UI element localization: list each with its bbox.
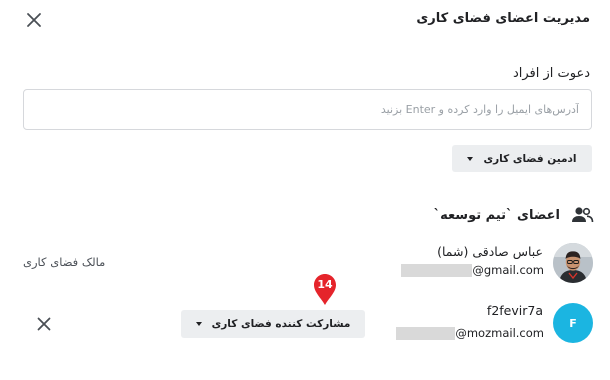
member-name: f2fevir7a <box>486 303 543 318</box>
remove-member-button[interactable] <box>35 315 53 333</box>
people-icon <box>572 207 594 223</box>
member-role-dropdown[interactable]: مشارکت کننده فضای کاری <box>181 310 365 338</box>
member-email: @gmail.com <box>401 263 544 277</box>
member-name: عباس صادقی (شما) <box>437 244 543 259</box>
invite-email-input[interactable] <box>23 89 592 130</box>
redacted-email-mask <box>401 263 473 277</box>
close-icon <box>27 13 41 27</box>
member-email-domain: @gmail.com <box>472 263 544 277</box>
close-icon <box>37 317 51 331</box>
avatar <box>553 243 593 283</box>
invite-label: دعوت از افراد <box>512 66 590 81</box>
member-role-text: مالک فضای کاری <box>23 255 106 269</box>
step-marker-badge: 14 <box>312 273 338 306</box>
avatar: F <box>553 303 593 343</box>
caret-down-icon <box>195 322 202 326</box>
redacted-email-mask <box>396 326 456 340</box>
member-email-domain: @mozmail.com <box>455 326 544 340</box>
close-dialog-button[interactable] <box>24 10 44 30</box>
avatar-initial: F <box>569 316 577 330</box>
invite-role-label: ادمین فضای کاری <box>483 152 577 165</box>
caret-down-icon <box>467 156 474 161</box>
profile-photo <box>553 243 593 283</box>
member-email: @mozmail.com <box>396 326 544 340</box>
members-heading: اعضای `تیم توسعه` <box>434 205 594 225</box>
step-number: 14 <box>317 278 333 291</box>
members-heading-text: اعضای `تیم توسعه` <box>433 207 560 223</box>
invite-role-dropdown[interactable]: ادمین فضای کاری <box>452 145 592 172</box>
member-role-label: مشارکت کننده فضای کاری <box>211 318 351 330</box>
dialog-title: مدیریت اعضای فضای کاری <box>416 11 590 26</box>
